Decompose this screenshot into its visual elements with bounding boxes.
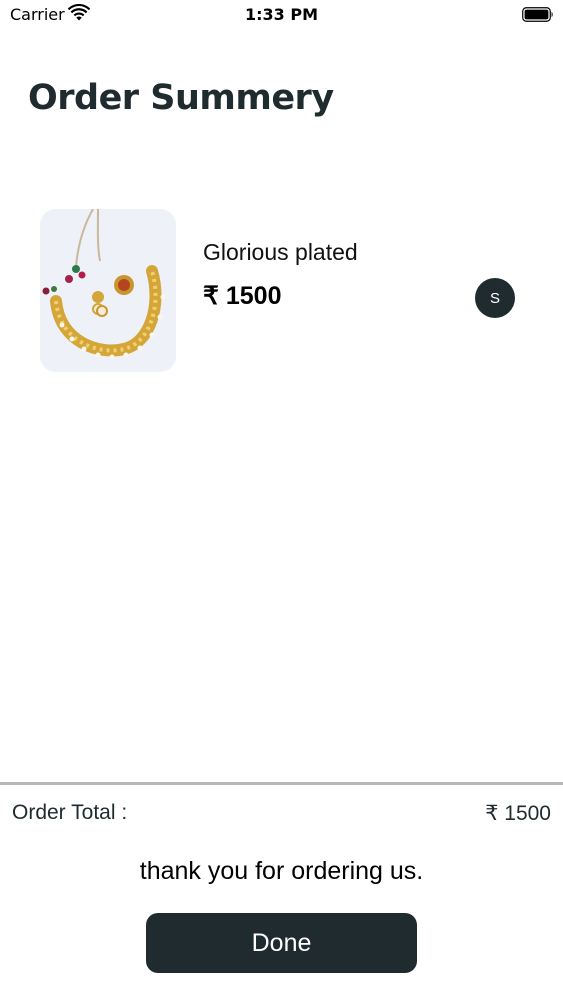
battery-icon <box>522 7 553 22</box>
product-image <box>40 209 176 372</box>
status-time: 1:33 PM <box>244 5 318 24</box>
size-badge: S <box>475 278 515 318</box>
status-bar: Carrier 1:33 PM <box>0 0 563 30</box>
order-summary-screen: Carrier 1:33 PM Order Summery Glorious p… <box>0 0 563 1000</box>
necklace-image <box>40 209 176 372</box>
done-button[interactable]: Done <box>146 913 417 973</box>
product-name: Glorious plated <box>203 239 358 265</box>
order-total-value: ₹ 1500 <box>485 802 551 825</box>
thank-you-message: thank you for ordering us. <box>139 857 424 885</box>
product-price: ₹ 1500 <box>203 282 282 310</box>
order-item[interactable]: Glorious plated ₹ 1500 S <box>40 209 530 373</box>
divider <box>0 782 563 785</box>
page-title: Order Summery <box>28 78 334 118</box>
order-total-label: Order Total : <box>12 801 128 824</box>
